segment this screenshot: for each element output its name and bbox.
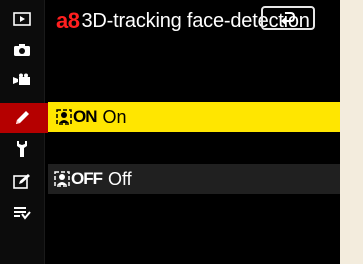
face-detection-off-symbol: OFF [54, 169, 103, 189]
face-detection-on-symbol: ON [56, 107, 97, 127]
page-background-strip [340, 0, 363, 264]
option-off[interactable]: OFF Off [48, 164, 340, 194]
playback-menu-tab[interactable] [0, 4, 44, 34]
back-button[interactable] [261, 6, 315, 30]
my-menu-tab[interactable] [0, 198, 44, 228]
on-symbol-text: ON [73, 107, 97, 126]
menu-item-code: a8 [56, 8, 80, 33]
pencil-icon [16, 111, 29, 124]
playback-icon [13, 12, 31, 26]
retouch-icon [13, 174, 30, 189]
wrench-icon [17, 141, 27, 157]
retouch-menu-tab[interactable] [0, 166, 44, 196]
photo-shooting-menu-tab[interactable] [0, 35, 44, 65]
menu-sidebar [0, 0, 48, 264]
option-on-label: On [102, 106, 127, 127]
option-off-label: Off [108, 168, 132, 189]
return-arrow-icon [281, 12, 296, 25]
custom-settings-menu-tab[interactable] [0, 103, 48, 133]
off-symbol-text: OFF [71, 169, 103, 188]
movie-icon [13, 73, 30, 85]
my-menu-icon [14, 207, 31, 220]
camera-menu-screen: a8 3D-tracking face-detection ON On OFF … [0, 0, 340, 264]
setup-menu-tab[interactable] [0, 134, 44, 164]
face-icon [56, 109, 72, 125]
movie-shooting-menu-tab[interactable] [0, 65, 44, 95]
camera-icon [14, 44, 30, 56]
face-icon [54, 171, 70, 187]
option-on[interactable]: ON On [48, 102, 340, 132]
